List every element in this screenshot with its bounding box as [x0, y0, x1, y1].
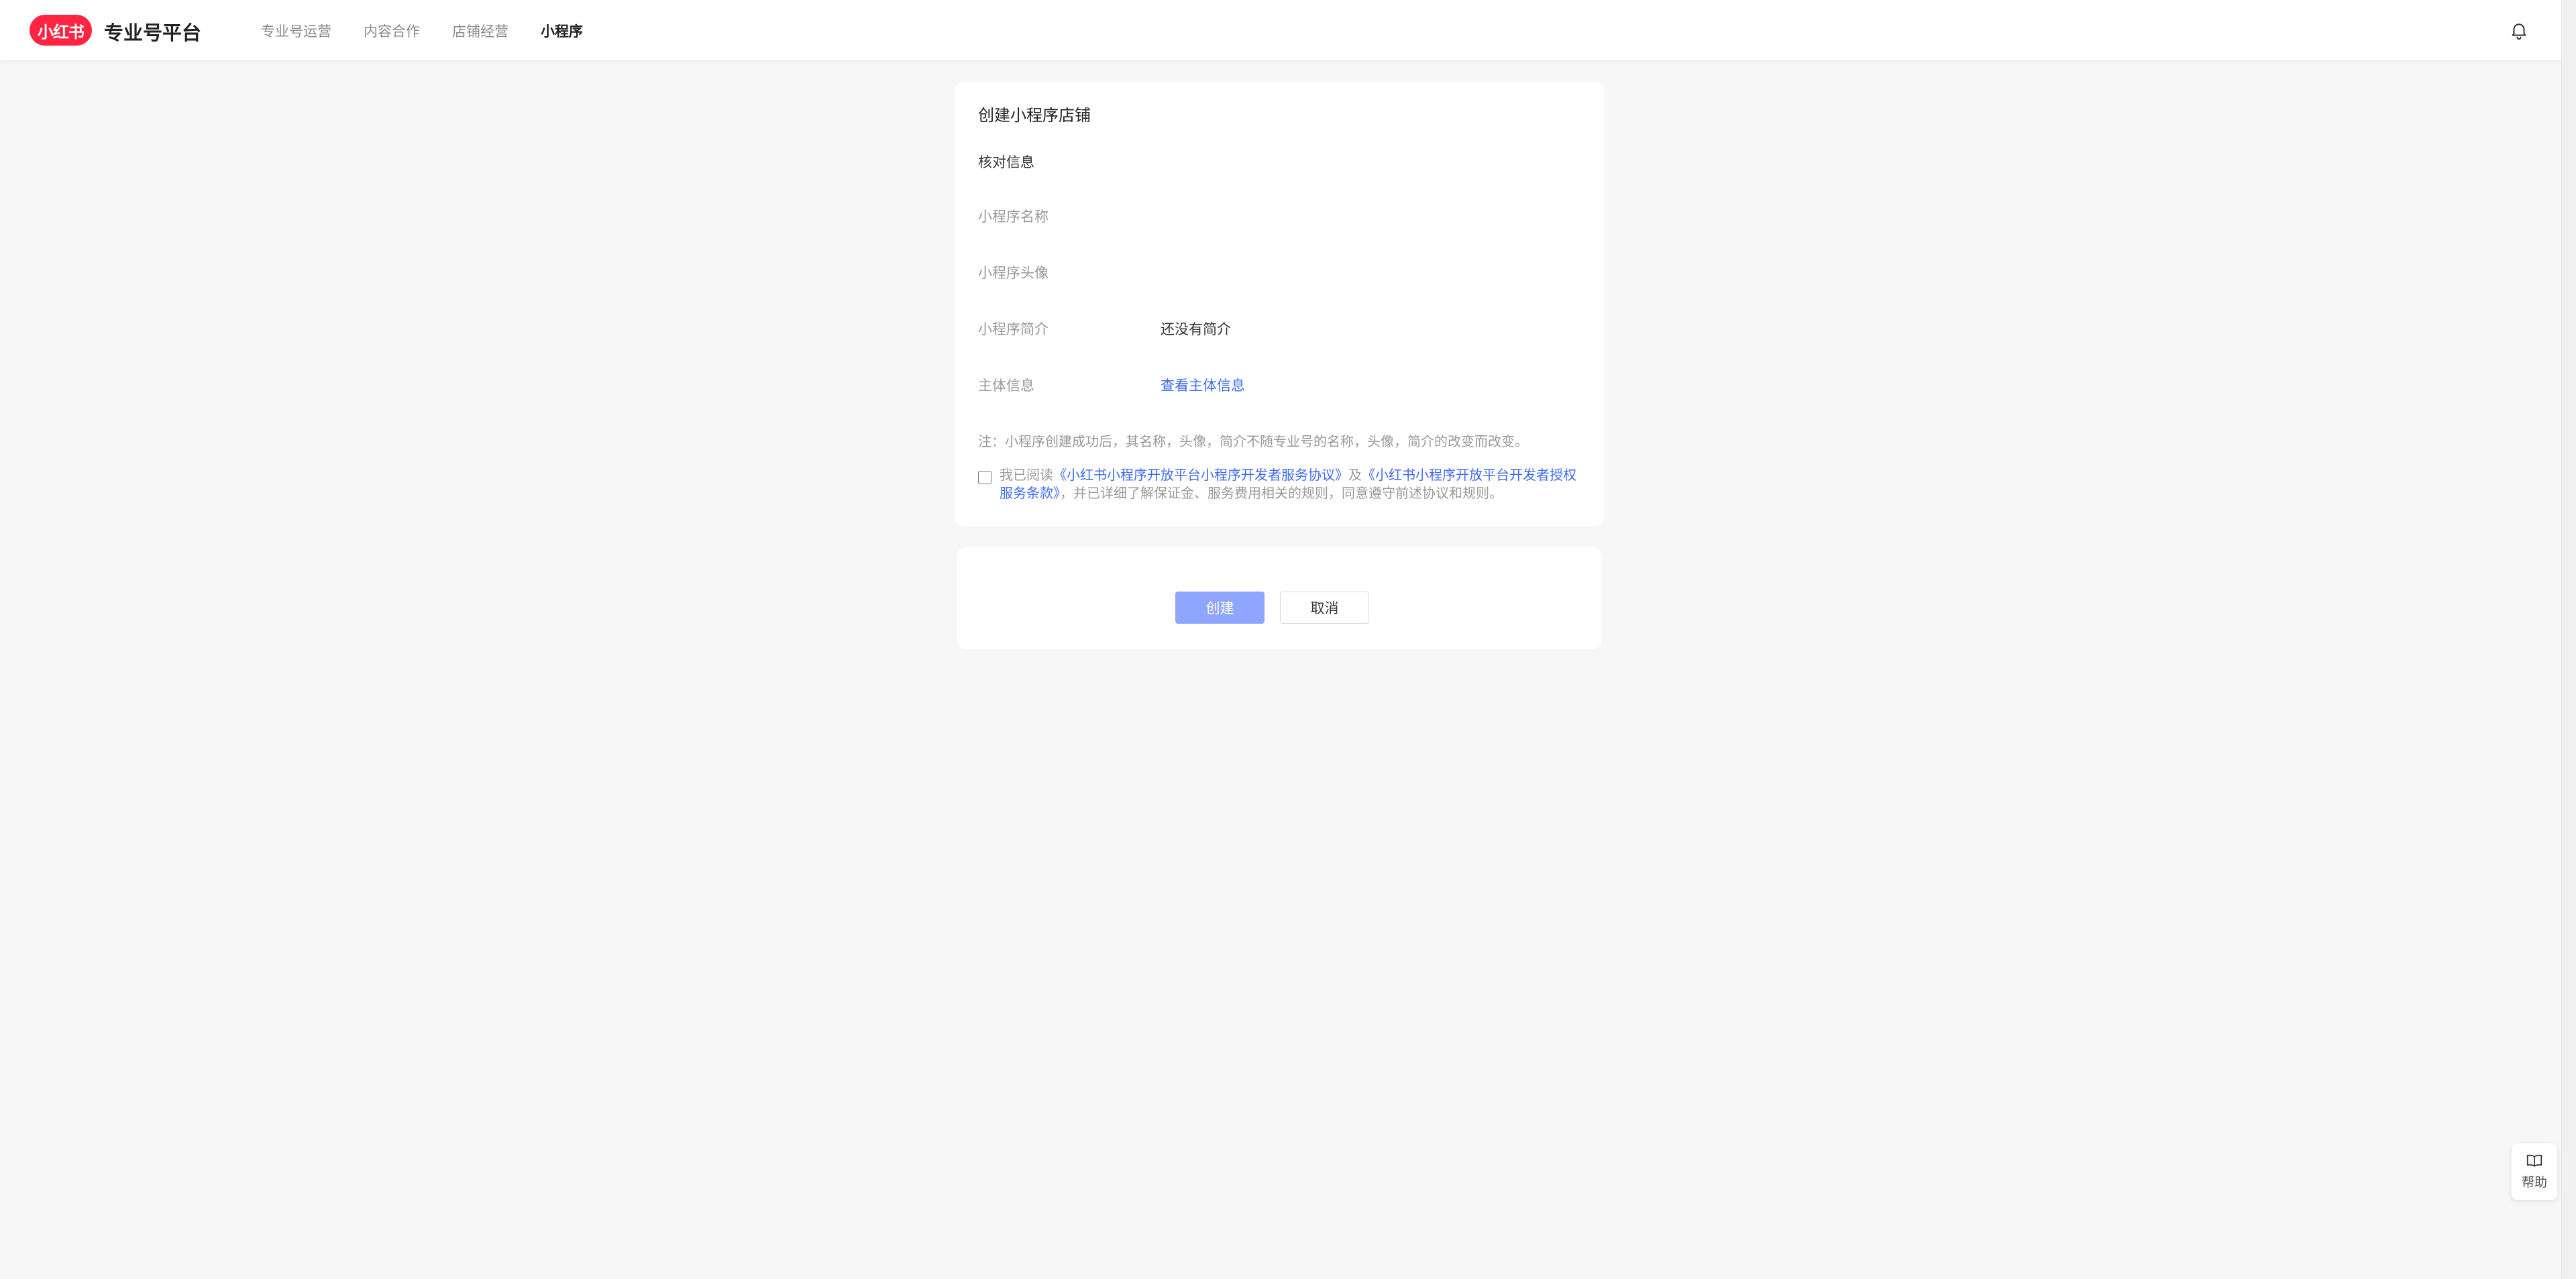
agreement-suffix: ，并已详细了解保证金、服务费用相关的规则，同意遵守前述协议和规则。: [1060, 485, 1503, 501]
brand-title: 专业号平台: [104, 21, 202, 44]
value-mini-program-intro: 还没有简介: [1161, 321, 1231, 337]
creation-note: 注：小程序创建成功后，其名称，头像，简介不随专业号的名称，头像，简介的改变而改变…: [978, 433, 1528, 449]
agreement-prefix: 我已阅读: [1000, 467, 1053, 483]
cancel-button[interactable]: 取消: [1280, 592, 1369, 624]
view-entity-info-link[interactable]: 查看主体信息: [1161, 375, 1245, 395]
nav-item-store-operation[interactable]: 店铺经营: [452, 21, 508, 41]
card-title: 创建小程序店铺: [978, 106, 1091, 125]
top-navbar: 小红书 专业号平台 专业号运营 内容合作 店铺经营 小程序: [0, 0, 2561, 61]
bell-icon[interactable]: [2509, 20, 2529, 40]
help-label: 帮助: [2521, 1174, 2547, 1190]
xiaohongshu-logo[interactable]: 小红书: [30, 15, 92, 46]
nav-item-mini-program[interactable]: 小程序: [541, 21, 583, 41]
agreement-text: 我已阅读《小红书小程序开放平台小程序开发者服务协议》及《小红书小程序开放平台开发…: [1000, 466, 1582, 502]
page-scrollbar[interactable]: [2561, 0, 2576, 1279]
developer-service-agreement-link[interactable]: 《小红书小程序开放平台小程序开发者服务协议》: [1053, 467, 1348, 483]
label-entity-info: 主体信息: [978, 378, 1034, 394]
create-store-card: 创建小程序店铺 核对信息 小程序名称 小程序头像 小程序简介 还没有简介 主体信…: [955, 82, 1604, 526]
agreement-and: 及: [1348, 467, 1362, 483]
book-icon: [2526, 1154, 2542, 1166]
agreement-row: 我已阅读《小红书小程序开放平台小程序开发者服务协议》及《小红书小程序开放平台开发…: [978, 466, 1582, 502]
nav-item-content-cooperation[interactable]: 内容合作: [364, 21, 420, 41]
action-bar: 创建 取消: [957, 547, 1602, 649]
logo-text: 小红书: [38, 22, 85, 42]
label-mini-program-intro: 小程序简介: [978, 321, 1049, 337]
agreement-checkbox[interactable]: [978, 471, 991, 484]
nav-item-pro-account-ops[interactable]: 专业号运营: [261, 21, 331, 41]
label-mini-program-name: 小程序名称: [978, 209, 1049, 225]
help-widget[interactable]: 帮助: [2512, 1144, 2557, 1200]
main-nav: 专业号运营 内容合作 店铺经营 小程序: [261, 0, 615, 61]
section-title-verify-info: 核对信息: [978, 154, 1034, 170]
label-mini-program-avatar: 小程序头像: [978, 265, 1049, 281]
create-button[interactable]: 创建: [1175, 592, 1265, 624]
